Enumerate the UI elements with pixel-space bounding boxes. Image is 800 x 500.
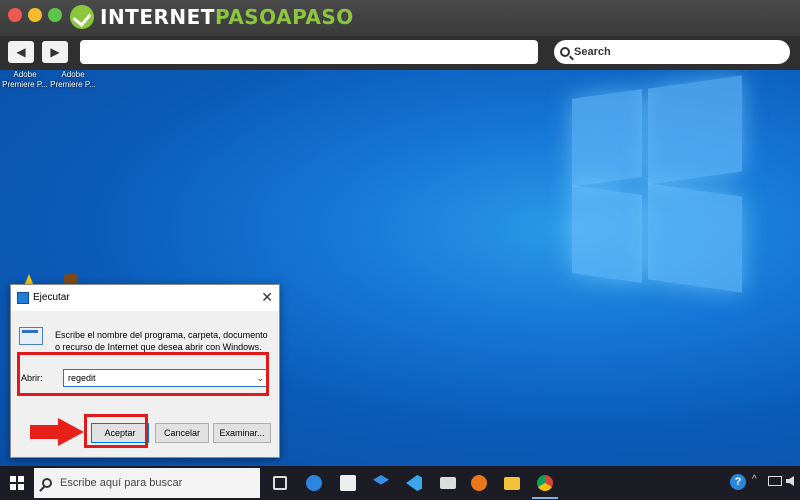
taskbar-search-placeholder: Escribe aquí para buscar xyxy=(60,477,183,489)
cancel-button[interactable]: Cancelar xyxy=(155,423,209,443)
taskview-icon[interactable] xyxy=(273,476,287,490)
search-icon xyxy=(42,478,52,488)
desktop-icon-premiere-1[interactable]: Adobe Premiere P... xyxy=(2,70,48,90)
run-dialog-description: Escribe el nombre del programa, carpeta,… xyxy=(55,330,268,352)
browser-search-input[interactable]: Search xyxy=(554,40,790,64)
highlight-open-input xyxy=(17,352,269,396)
taskbar-search-input[interactable]: Escribe aquí para buscar xyxy=(34,468,260,498)
edge-icon[interactable] xyxy=(306,475,322,491)
vscode-icon[interactable] xyxy=(406,475,422,491)
start-icon[interactable] xyxy=(10,476,24,490)
desktop-icon-premiere-2[interactable]: Adobe Premiere P... xyxy=(50,70,96,90)
browse-button[interactable]: Examinar... xyxy=(213,423,271,443)
close-icon[interactable]: ✕ xyxy=(261,289,273,306)
volume-icon[interactable] xyxy=(786,476,794,486)
site-logo: INTERNETPASOAPASO xyxy=(70,4,354,30)
chrome-icon[interactable] xyxy=(537,475,553,491)
zoom-window-button[interactable] xyxy=(48,8,62,22)
highlight-ok-button xyxy=(84,414,148,448)
run-dialog-title: Ejecutar xyxy=(33,292,70,303)
logo-text-part1: INTERNET xyxy=(100,5,215,29)
run-app-icon xyxy=(17,292,29,304)
browser-search-placeholder: Search xyxy=(574,46,611,58)
logo-check-icon xyxy=(70,5,94,29)
browser-titlebar: INTERNETPASOAPASO xyxy=(0,0,800,36)
run-dialog-titlebar[interactable]: Ejecutar ✕ xyxy=(11,285,279,311)
search-icon xyxy=(560,47,570,57)
back-button[interactable]: ◀ xyxy=(8,41,34,63)
network-icon[interactable] xyxy=(768,476,782,486)
forward-button[interactable]: ▶ xyxy=(42,41,68,63)
windows-logo-wallpaper xyxy=(572,75,742,293)
back-arrow-icon: ◀ xyxy=(16,45,26,59)
run-program-icon xyxy=(19,327,43,345)
forward-arrow-icon: ▶ xyxy=(50,45,60,59)
logo-text-part2: PASOAPASO xyxy=(214,5,354,29)
store-icon[interactable] xyxy=(340,475,356,491)
files-icon[interactable] xyxy=(504,477,520,490)
browser-toolbar: ◀ ▶ Search xyxy=(0,36,800,70)
minimize-window-button[interactable] xyxy=(28,8,42,22)
logo-text: INTERNETPASOAPASO xyxy=(100,5,354,29)
desktop-icon-label: Adobe Premiere P... xyxy=(50,70,96,89)
help-icon[interactable]: ? xyxy=(730,474,746,490)
active-app-indicator xyxy=(532,497,558,499)
address-bar[interactable] xyxy=(80,40,538,64)
pointer-arrow-icon xyxy=(30,418,86,446)
mail-icon[interactable] xyxy=(440,477,456,489)
close-window-button[interactable] xyxy=(8,8,22,22)
firefox-icon[interactable] xyxy=(471,475,487,491)
tray-chevron-icon[interactable]: ^ xyxy=(752,474,757,485)
desktop-icon-label: Adobe Premiere P... xyxy=(2,70,48,89)
dropbox-icon[interactable] xyxy=(373,475,389,485)
taskbar: Escribe aquí para buscar ? ^ xyxy=(0,466,800,500)
